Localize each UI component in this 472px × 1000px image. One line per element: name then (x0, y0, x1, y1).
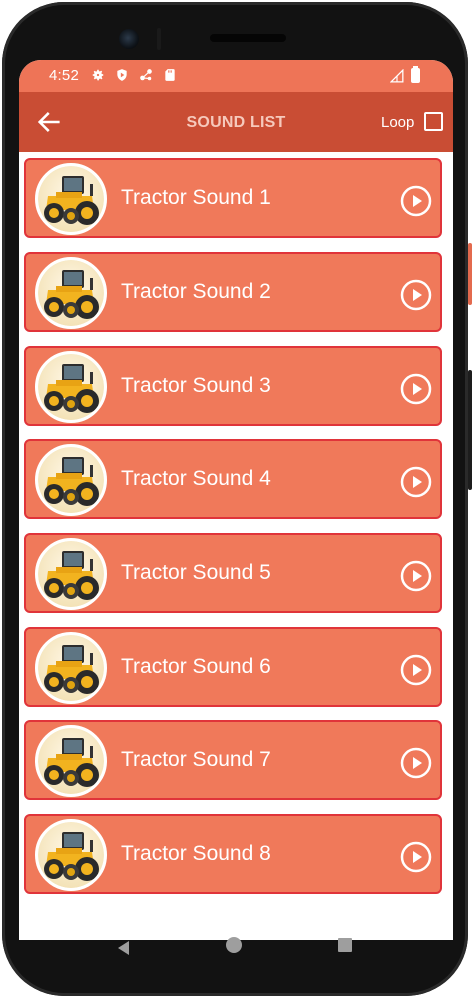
sound-card-7[interactable]: Tractor Sound 7 (24, 720, 442, 800)
app-bar: SOUND LIST Loop (19, 92, 453, 152)
loop-checkbox[interactable] (424, 112, 443, 131)
play-icon[interactable] (400, 841, 432, 873)
play-icon[interactable] (400, 466, 432, 498)
sound-card-3[interactable]: Tractor Sound 3 (24, 346, 442, 426)
sound-title: Tractor Sound 8 (121, 842, 271, 865)
power-button (468, 243, 472, 305)
tractor-thumbnail (35, 632, 107, 704)
phone-frame: 4:52 SOUND LIST Loop Tractor Sound 1 Tra… (0, 0, 472, 1000)
tractor-icon (38, 541, 104, 607)
system-nav-bar (19, 937, 453, 985)
tractor-icon (38, 822, 104, 888)
tractor-thumbnail (35, 725, 107, 797)
tractor-thumbnail (35, 257, 107, 329)
tractor-icon (38, 635, 104, 701)
tractor-icon (38, 260, 104, 326)
sound-title: Tractor Sound 5 (121, 561, 271, 584)
tractor-icon (38, 354, 104, 420)
nav-recents-icon[interactable] (338, 938, 352, 952)
front-camera (119, 29, 139, 49)
sound-title: Tractor Sound 2 (121, 280, 271, 303)
tractor-thumbnail (35, 163, 107, 235)
sound-card-2[interactable]: Tractor Sound 2 (24, 252, 442, 332)
tractor-thumbnail (35, 538, 107, 610)
volume-button (468, 370, 472, 490)
tractor-icon (38, 166, 104, 232)
battery-icon (411, 66, 420, 83)
sound-title: Tractor Sound 3 (121, 374, 271, 397)
play-icon[interactable] (400, 747, 432, 779)
earpiece-speaker (210, 34, 286, 42)
play-icon[interactable] (400, 654, 432, 686)
signal-icon (390, 69, 404, 83)
tractor-icon (38, 447, 104, 513)
sound-card-4[interactable]: Tractor Sound 4 (24, 439, 442, 519)
sound-card-6[interactable]: Tractor Sound 6 (24, 627, 442, 707)
play-icon[interactable] (400, 279, 432, 311)
settings-icon (92, 69, 104, 81)
sound-title: Tractor Sound 7 (121, 748, 271, 771)
tractor-thumbnail (35, 444, 107, 516)
tractor-icon (38, 728, 104, 794)
sound-card-5[interactable]: Tractor Sound 5 (24, 533, 442, 613)
sound-title: Tractor Sound 4 (121, 467, 271, 490)
loop-label: Loop (381, 114, 415, 131)
sound-card-8[interactable]: Tractor Sound 8 (24, 814, 442, 894)
sensor (157, 28, 161, 50)
sound-title: Tractor Sound 6 (121, 655, 271, 678)
sd-card-icon (165, 69, 175, 81)
play-icon[interactable] (400, 373, 432, 405)
shield-icon (117, 69, 127, 81)
tractor-thumbnail (35, 819, 107, 891)
status-time: 4:52 (49, 67, 79, 84)
nav-home-icon[interactable] (226, 937, 242, 953)
sound-card-1[interactable]: Tractor Sound 1 (24, 158, 442, 238)
status-bar: 4:52 (19, 60, 453, 92)
sound-title: Tractor Sound 1 (121, 186, 271, 209)
nav-back-icon[interactable] (115, 940, 131, 956)
play-icon[interactable] (400, 560, 432, 592)
network-icon (140, 69, 152, 81)
tractor-thumbnail (35, 351, 107, 423)
screen: 4:52 SOUND LIST Loop Tractor Sound 1 Tra… (19, 60, 453, 940)
play-icon[interactable] (400, 185, 432, 217)
